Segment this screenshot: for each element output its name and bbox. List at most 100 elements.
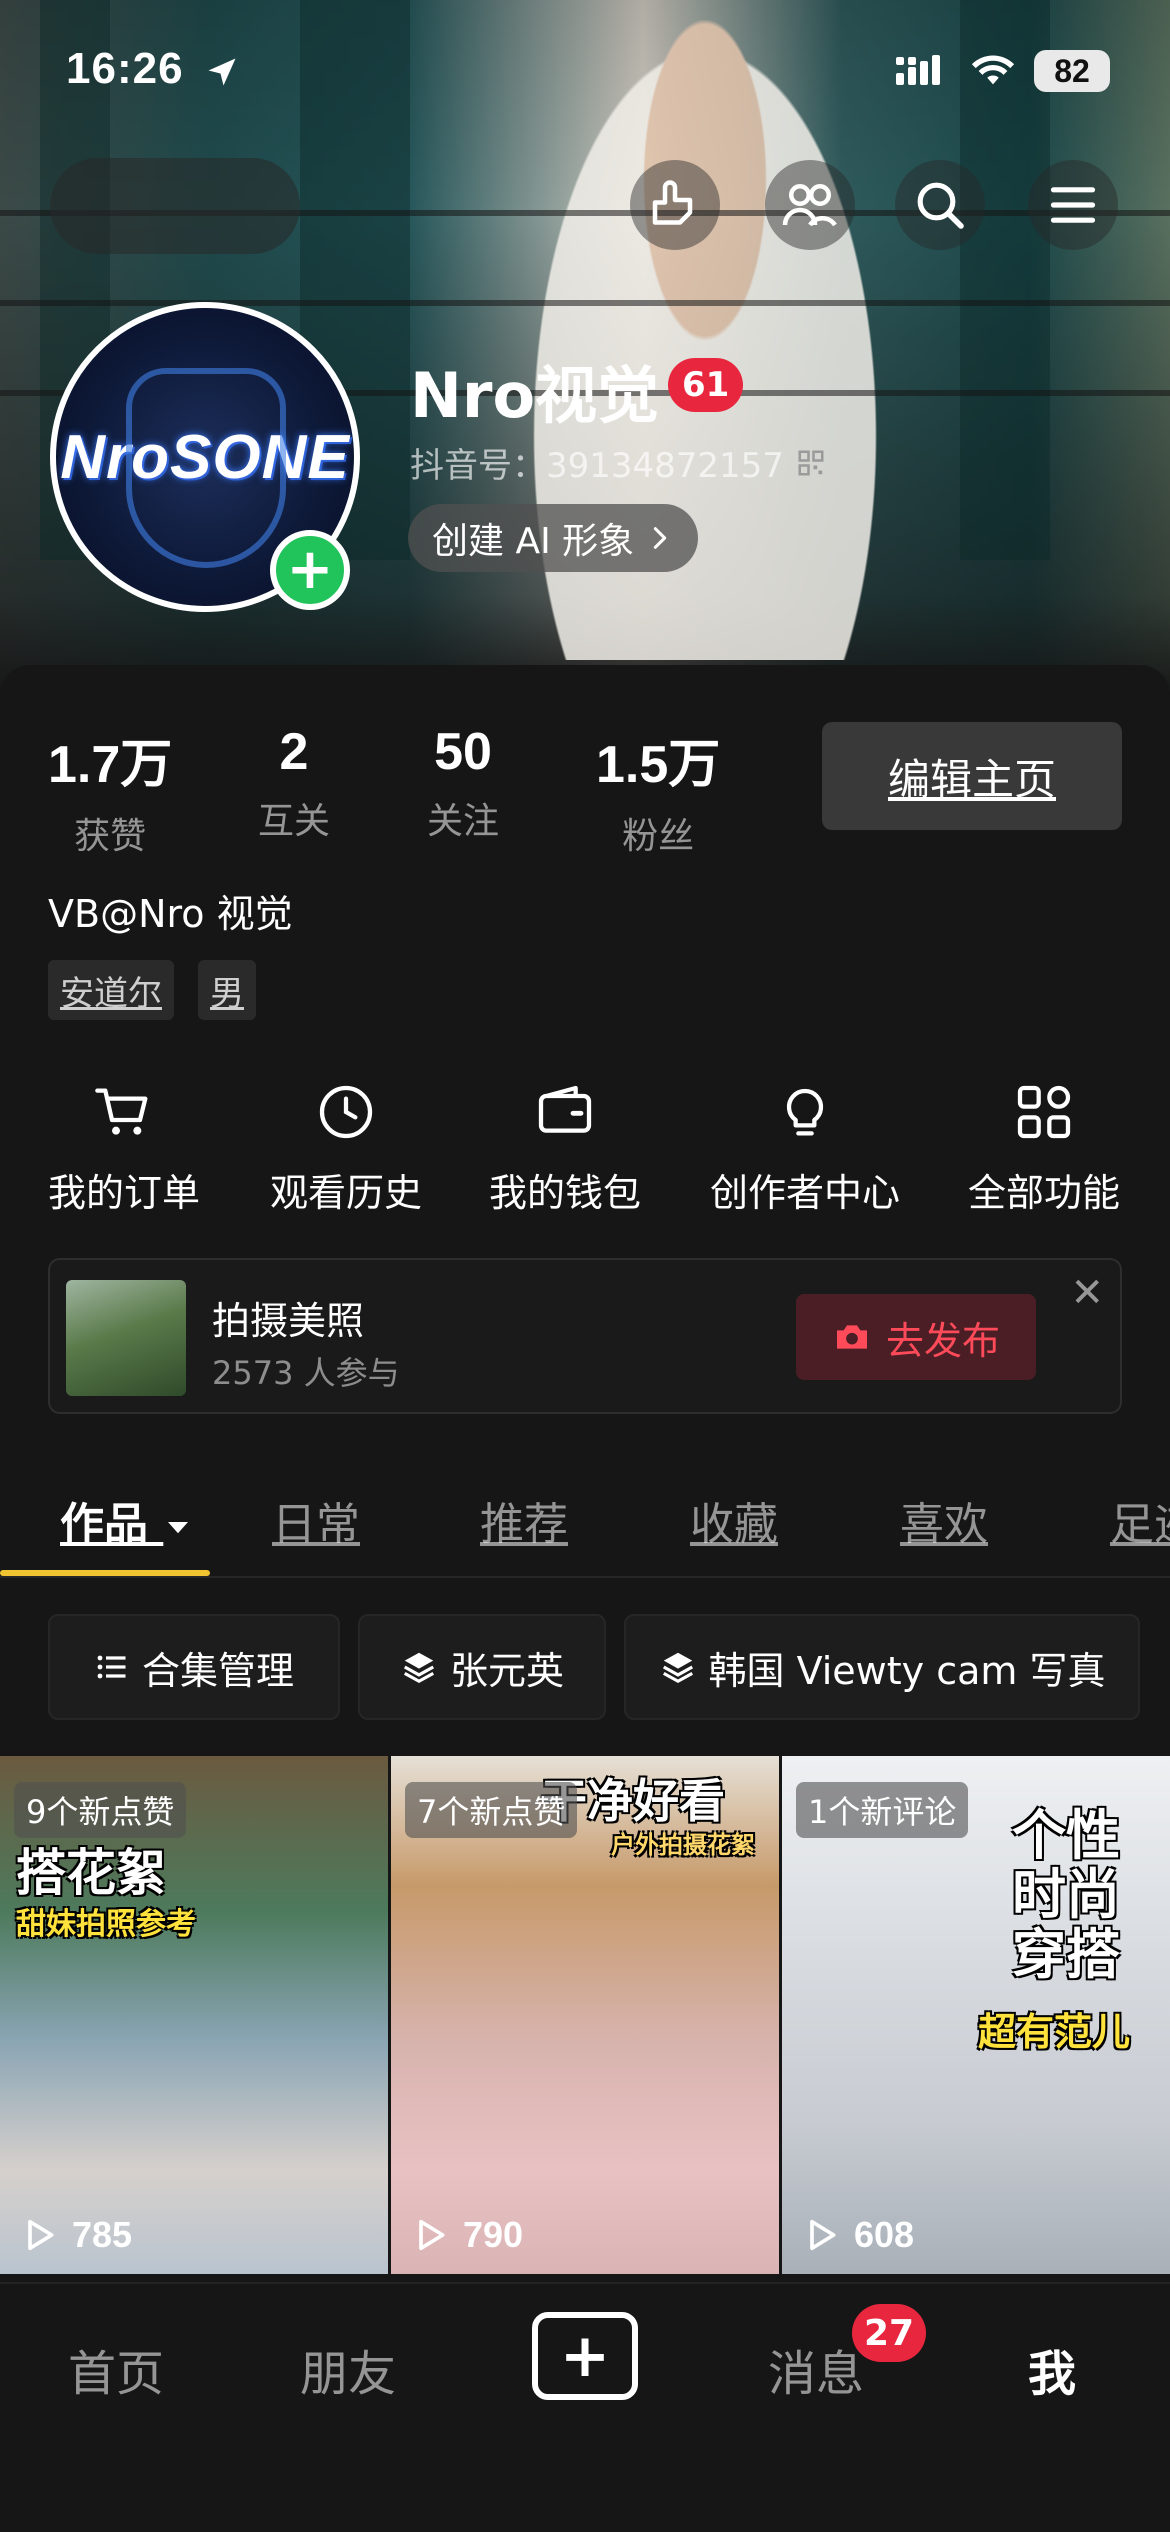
profile-nickname: Nro视觉 (410, 359, 660, 432)
tool-my-wallet[interactable]: 我的钱包 (465, 1080, 665, 1217)
edit-profile-button[interactable]: 编辑主页 (822, 722, 1122, 830)
hand-gesture-button[interactable] (630, 160, 720, 250)
visitor-pill[interactable] (50, 158, 300, 254)
bottom-navigation: 首页 朋友 + 消息 27 我 (0, 2282, 1170, 2532)
wallet-icon (538, 1085, 592, 1133)
video-play-count: 785 (20, 2214, 132, 2256)
bulb-icon (786, 1088, 824, 1136)
nav-messages[interactable]: 消息 (768, 2334, 864, 2404)
avatar-add-button[interactable]: + (270, 530, 350, 610)
layers-icon (403, 1652, 435, 1684)
tool-creator-center[interactable]: 创作者中心 (705, 1080, 905, 1217)
tab-likes[interactable]: 喜欢 (900, 1488, 988, 1552)
stat-followers[interactable]: 1.5万 粉丝 (596, 722, 720, 859)
video-activity-badge: 9个新点赞 (14, 1782, 187, 1838)
stat-followers-label: 粉丝 (622, 816, 695, 857)
tag-gender[interactable]: 男 (198, 960, 256, 1020)
stat-followers-value: 1.5万 (596, 736, 721, 794)
video-thumbnail[interactable]: 个性时尚穿搭 超有范儿 1个新评论 608 (782, 1756, 1170, 2274)
video-thumbnail[interactable]: 搭花絮 甜妹拍照参考 9个新点赞 785 (0, 1756, 388, 2274)
tool-watch-history[interactable]: 观看历史 (246, 1080, 446, 1217)
stat-mutual[interactable]: 2 互关 (258, 722, 330, 844)
tag-location[interactable]: 安道尔 (48, 960, 174, 1020)
clock-icon (319, 1085, 373, 1139)
stat-likes[interactable]: 1.7万 获赞 (48, 722, 172, 859)
tab-daily[interactable]: 日常 (272, 1488, 360, 1552)
video-overlay-subtitle: 户外拍摄花絮 (611, 1831, 755, 1859)
content-tabs: 作品 日常 推荐 收藏 喜欢 足迹 (0, 1482, 1170, 1578)
promo-participants: 2573 人参与 (212, 1354, 400, 1392)
stat-likes-label: 获赞 (74, 816, 147, 857)
stat-following[interactable]: 50 关注 (427, 722, 499, 844)
tool-watch-history-label: 观看历史 (269, 1171, 422, 1215)
nav-home[interactable]: 首页 (68, 2334, 164, 2404)
play-icon (810, 2219, 836, 2251)
friends-button[interactable] (765, 160, 855, 250)
active-tab-indicator (0, 1570, 210, 1576)
list-icon (97, 1655, 126, 1679)
video-overlay-title: 搭花絮 (16, 1844, 166, 1902)
video-play-count: 608 (802, 2214, 914, 2256)
video-thumbnail[interactable]: 干净好看 户外拍摄花絮 7个新点赞 790 (391, 1756, 779, 2274)
nav-friends[interactable]: 朋友 (300, 2334, 396, 2404)
nav-me[interactable]: 我 (1028, 2334, 1076, 2404)
stat-following-value: 50 (434, 723, 492, 781)
menu-button[interactable] (1028, 160, 1118, 250)
collection-chip-zhang[interactable]: 张元英 (358, 1614, 606, 1720)
video-play-count-value: 790 (463, 2214, 524, 2255)
video-play-count-value: 608 (854, 2214, 915, 2255)
battery-indicator: 82 (1034, 50, 1110, 92)
friends-icon (782, 184, 837, 227)
search-button[interactable] (895, 160, 985, 250)
profile-bio: VB@Nro 视觉 (48, 892, 293, 936)
caret-down-icon (168, 1522, 189, 1534)
tab-works[interactable]: 作品 (60, 1488, 193, 1552)
tab-favorites[interactable]: 收藏 (690, 1488, 778, 1552)
camera-icon (836, 1325, 867, 1349)
collection-chip-korea-label: 韩国 Viewty cam 写真 (708, 1648, 1106, 1693)
play-icon (419, 2219, 445, 2251)
close-icon[interactable]: ✕ (1070, 1270, 1104, 1316)
avatar-shield-graphic (126, 368, 286, 568)
grid-icon (1017, 1085, 1071, 1139)
collection-chip-korea[interactable]: 韩国 Viewty cam 写真 (624, 1614, 1140, 1720)
promo-title: 拍摄美照 (212, 1299, 365, 1343)
video-overlay-subtitle: 甜妹拍照参考 (16, 1907, 196, 1942)
location-arrow-icon (208, 58, 236, 86)
search-icon (917, 182, 964, 229)
video-activity-badge: 7个新点赞 (405, 1782, 578, 1838)
wifi-icon (971, 55, 1015, 85)
photo-challenge-card[interactable]: 拍摄美照 2573 人参与 去发布 ✕ (48, 1258, 1122, 1414)
video-overlay-subtitle: 超有范儿 (978, 2010, 1131, 2054)
douyin-id[interactable]: 抖音号：39134872157 (410, 438, 826, 487)
video-overlay-title: 个性时尚穿搭 (1012, 1804, 1120, 1986)
chevron-right-icon (653, 527, 667, 549)
stat-mutual-label: 互关 (258, 801, 331, 842)
tab-works-label: 作品 (60, 1499, 148, 1550)
tool-all-features[interactable]: 全部功能 (944, 1080, 1144, 1217)
status-time: 16:26 (66, 44, 184, 93)
cart-icon (95, 1088, 148, 1135)
tab-recommend[interactable]: 推荐 (480, 1488, 568, 1552)
hand-point-icon (652, 180, 693, 225)
tool-all-features-label: 全部功能 (967, 1171, 1120, 1215)
level-badge[interactable]: 61 (668, 358, 744, 412)
video-play-count: 790 (411, 2214, 523, 2256)
stat-mutual-value: 2 (279, 723, 309, 781)
create-ai-avatar-button[interactable]: 创建 AI 形象 (408, 504, 699, 572)
tab-footprints[interactable]: 足迹 (1110, 1488, 1170, 1552)
promo-thumbnail (66, 1280, 186, 1396)
tool-my-orders[interactable]: 我的订单 (24, 1080, 224, 1217)
play-icon (28, 2219, 54, 2251)
tool-my-wallet-label: 我的钱包 (488, 1171, 641, 1215)
cellular-signal-icon (896, 55, 940, 85)
status-bar: 16:26 82 (0, 0, 1170, 150)
create-post-button[interactable]: + (532, 2312, 638, 2400)
promo-publish-label: 去发布 (885, 1318, 1000, 1363)
promo-publish-button[interactable]: 去发布 (796, 1294, 1036, 1380)
video-activity-badge: 1个新评论 (796, 1782, 969, 1838)
messages-unread-badge: 27 (852, 2304, 927, 2362)
layers-icon (662, 1652, 693, 1684)
collection-manage-chip[interactable]: 合集管理 (48, 1614, 340, 1720)
video-play-count-value: 785 (72, 2214, 133, 2255)
